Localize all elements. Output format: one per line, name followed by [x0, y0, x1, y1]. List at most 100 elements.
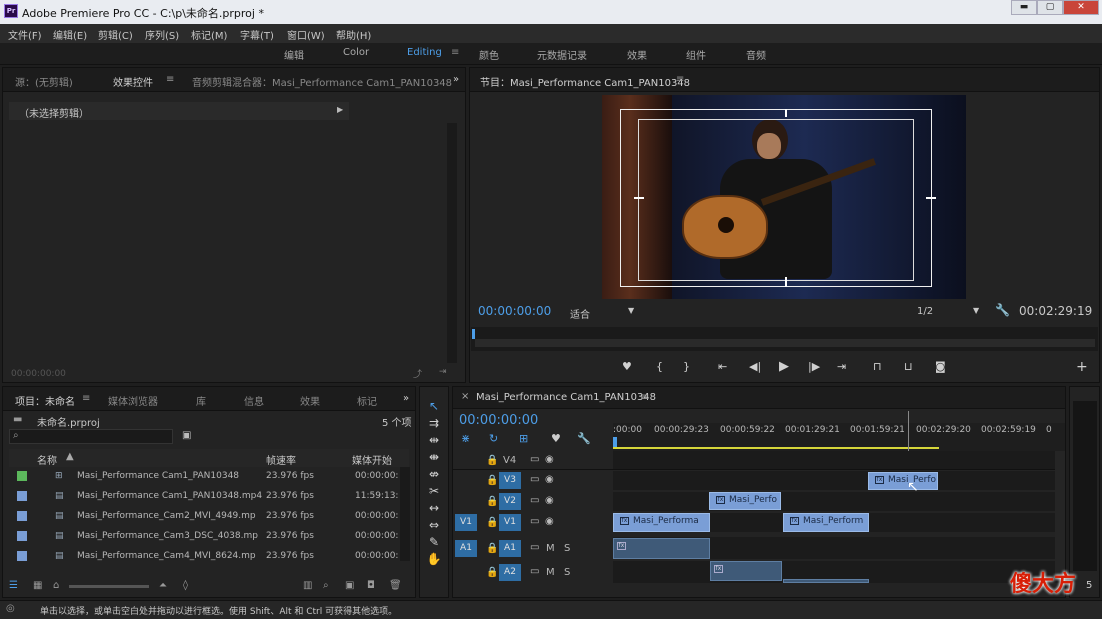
track-name-a2[interactable]: A2 — [499, 564, 521, 581]
track-lane-a1[interactable]: fx — [613, 537, 1065, 559]
automate-sequence-icon[interactable]: ▥ — [303, 580, 312, 591]
workspace-menu-icon[interactable]: ≡ — [451, 47, 459, 58]
find-icon[interactable]: ⌕ — [323, 580, 329, 591]
program-menu-icon[interactable]: ≡ — [676, 74, 684, 85]
sync-lock-icon[interactable]: ▭ — [530, 474, 539, 485]
tab-audio-clip-mixer[interactable]: 音频剪辑混合器：Masi_Performance Cam1_PAN10348 — [192, 74, 452, 89]
project-scrollbar[interactable] — [400, 467, 410, 561]
project-item[interactable]: ▤ Masi_Performance_Cam3_DSC_4038.mp 23.9… — [11, 527, 401, 547]
timeline-playhead[interactable] — [613, 437, 617, 447]
clip-v3[interactable]: fx Masi_Perfo — [868, 472, 938, 490]
settings-wrench-icon[interactable]: 🔧 — [995, 303, 1010, 317]
trash-icon[interactable]: 🗑 — [389, 580, 402, 591]
snap-icon[interactable]: ⋇ — [461, 432, 470, 445]
eye-icon[interactable]: ◉ — [545, 495, 554, 506]
eye-icon[interactable]: ◉ — [545, 454, 554, 465]
workspace-editing[interactable]: Editing — [407, 47, 442, 58]
sequence-tab[interactable]: Masi_Performance Cam1_PAN10348 — [476, 392, 656, 403]
track-name-v3[interactable]: V3 — [499, 472, 521, 489]
lock-icon[interactable]: 🔒 — [486, 455, 498, 466]
new-bin-icon[interactable]: ▣ — [182, 430, 191, 441]
zoom-slider[interactable] — [69, 585, 149, 588]
sync-lock-icon[interactable]: ▭ — [530, 495, 539, 506]
mark-out-icon[interactable]: } — [683, 360, 690, 373]
go-to-out-icon[interactable]: ⇥ — [837, 360, 846, 373]
new-item-icon[interactable]: ◘ — [367, 580, 375, 591]
audio-clip-a2-b[interactable] — [783, 579, 869, 583]
sort-arrow-icon[interactable]: ▲ — [66, 451, 74, 462]
eye-icon[interactable]: ◉ — [545, 516, 554, 527]
fit-dropdown-arrow-icon[interactable]: ▼ — [628, 306, 634, 315]
menu-title[interactable]: 字幕(T) — [240, 27, 274, 42]
work-area-bar[interactable] — [613, 447, 939, 449]
close-window-button[interactable]: ✕ — [1063, 0, 1099, 15]
export-frame-icon[interactable]: ◙ — [935, 360, 946, 373]
eye-icon[interactable]: ◉ — [545, 474, 554, 485]
track-name-v1[interactable]: V1 — [499, 514, 521, 531]
track-name-v4[interactable]: V4 — [503, 455, 516, 466]
insert-nest-icon[interactable]: ⊞ — [519, 432, 528, 445]
automate-icon[interactable]: ◊ — [183, 580, 188, 591]
resolution-dropdown[interactable]: 1/2 — [917, 306, 933, 317]
mute-button[interactable]: M — [546, 543, 555, 554]
tab-info[interactable]: 信息 — [244, 393, 264, 408]
track-lane-v3[interactable]: fx Masi_Perfo — [613, 471, 1065, 490]
program-timecode[interactable]: 00:00:00:00 — [478, 304, 551, 318]
step-back-icon[interactable]: ◀| — [749, 360, 761, 373]
track-name-v2[interactable]: V2 — [499, 493, 521, 510]
icon-view-icon[interactable]: ▦ — [33, 580, 42, 591]
tab-effects[interactable]: 效果 — [300, 393, 320, 408]
project-search-input[interactable] — [26, 430, 166, 443]
expand-arrow-icon[interactable]: ▶ — [337, 105, 343, 114]
razor-tool-icon[interactable]: ✂ — [420, 484, 448, 498]
filter-icon[interactable]: ⤴ — [413, 367, 422, 380]
add-marker-timeline-icon[interactable]: ♥ — [551, 432, 561, 445]
time-ruler[interactable]: :00:00 00:00:29:23 00:00:59:22 00:01:29:… — [613, 411, 1065, 451]
lift-icon[interactable]: ⊓ — [873, 360, 882, 373]
solo-button[interactable]: S — [564, 567, 570, 578]
audio-clip-a2[interactable]: fx — [710, 561, 782, 581]
more-project-panels-icon[interactable]: » — [403, 393, 409, 404]
maximize-button[interactable]: ▢ — [1037, 0, 1063, 15]
workspace-effects[interactable]: 效果 — [627, 47, 647, 62]
workspace-color[interactable]: Color — [343, 47, 369, 58]
sync-lock-icon[interactable]: ▭ — [530, 516, 539, 527]
linked-selection-icon[interactable]: ↻ — [489, 432, 498, 445]
lock-icon[interactable]: 🔒 — [486, 543, 498, 554]
project-item[interactable]: ⊞ Masi_Performance Cam1_PAN10348 23.976 … — [11, 467, 401, 487]
new-bin-footer-icon[interactable]: ▣ — [345, 580, 354, 591]
menu-window[interactable]: 窗口(W) — [287, 27, 325, 42]
project-item[interactable]: ▤ Masi_Performance Cam1_PAN10348.mp4 23.… — [11, 487, 401, 507]
track-lane-v2[interactable]: fx Masi_Perfo — [613, 492, 1065, 511]
col-media-start[interactable]: 媒体开始 — [352, 452, 392, 467]
go-to-in-icon[interactable]: ⇤ — [718, 360, 727, 373]
button-editor-icon[interactable]: + — [1076, 359, 1088, 375]
track-lane-v4[interactable] — [613, 451, 1065, 469]
project-search-field[interactable]: ⌕ — [9, 429, 173, 444]
effects-scrollbar[interactable] — [447, 123, 457, 363]
col-fps[interactable]: 帧速率 — [266, 452, 296, 467]
timeline-settings-icon[interactable]: 🔧 — [577, 432, 591, 445]
hand-tool-icon[interactable]: ✋ — [420, 552, 448, 566]
menu-clip[interactable]: 剪辑(C) — [98, 27, 133, 42]
rolling-edit-tool-icon[interactable]: ⇼ — [420, 450, 448, 464]
track-name-a1[interactable]: A1 — [499, 540, 521, 557]
selection-tool-icon[interactable]: ↖ — [420, 399, 448, 413]
menu-marker[interactable]: 标记(M) — [191, 27, 227, 42]
pen-tool-icon[interactable]: ✎ — [420, 535, 448, 549]
panel-menu-icon[interactable]: ≡ — [166, 74, 174, 85]
mark-in-icon[interactable]: { — [656, 360, 663, 373]
clip-v2[interactable]: fx Masi_Perfo — [709, 492, 781, 510]
lock-icon[interactable]: 🔒 — [486, 517, 498, 528]
workspace-edit[interactable]: 编辑 — [284, 47, 304, 62]
timeline-menu-icon[interactable]: ≡ — [641, 392, 649, 403]
menu-sequence[interactable]: 序列(S) — [145, 27, 179, 42]
extract-icon[interactable]: ⊔ — [904, 360, 913, 373]
zoom-bar[interactable] — [475, 339, 1095, 347]
clip-v1-a[interactable]: fx Masi_Performa — [613, 513, 710, 532]
tab-libraries[interactable]: 库 — [196, 393, 206, 408]
timeline-timecode[interactable]: 00:00:00:00 — [459, 413, 538, 428]
workspace-metadata[interactable]: 元数据记录 — [537, 47, 587, 62]
mute-button[interactable]: M — [546, 567, 555, 578]
solo-button[interactable]: S — [564, 543, 570, 554]
